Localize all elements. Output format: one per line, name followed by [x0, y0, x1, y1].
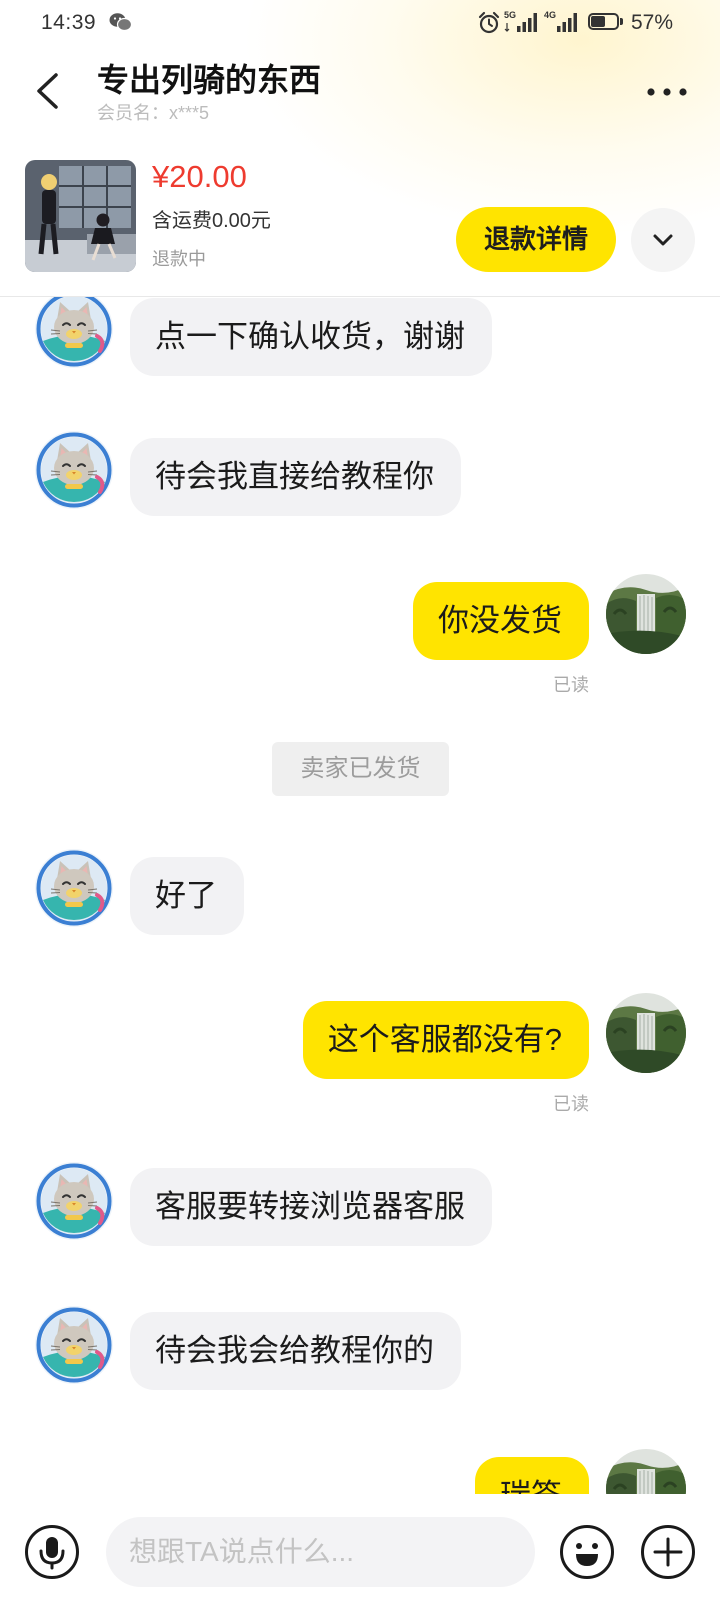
- message-bubble-me[interactable]: 瑞签: [475, 1457, 589, 1494]
- chevron-down-icon: [653, 234, 673, 246]
- expand-button[interactable]: [631, 208, 695, 272]
- battery-icon: [588, 13, 625, 32]
- message-input-field[interactable]: [106, 1517, 535, 1587]
- seller-avatar[interactable]: [34, 297, 114, 369]
- back-arrow-icon: [37, 73, 58, 109]
- seller-avatar[interactable]: [34, 848, 114, 928]
- seller-avatar[interactable]: [34, 1161, 114, 1241]
- message-list[interactable]: 点一下确认收货，谢谢 待会我直接给教程你 你没发货 已读 卖家已发货 好了 这个…: [0, 297, 720, 1494]
- message-bubble-me[interactable]: 这个客服都没有?: [302, 1001, 589, 1079]
- order-status: 退款中: [152, 249, 206, 269]
- add-button[interactable]: [640, 1524, 696, 1580]
- plus-icon: [641, 1525, 695, 1579]
- message-bubble-seller[interactable]: 待会我直接给教程你: [130, 438, 461, 516]
- microphone-icon: [25, 1525, 79, 1579]
- member-name: 会员名：x***5: [97, 103, 210, 123]
- seller-avatar[interactable]: [34, 1305, 114, 1385]
- my-avatar[interactable]: [606, 1449, 686, 1494]
- my-avatar[interactable]: [606, 993, 686, 1073]
- my-avatar[interactable]: [606, 574, 686, 654]
- read-receipt: 已读: [553, 675, 589, 695]
- product-price: ¥20.00: [152, 159, 247, 194]
- read-receipt: 已读: [553, 1094, 589, 1114]
- voice-button[interactable]: [24, 1524, 80, 1580]
- alarm-clock-icon: [478, 11, 500, 34]
- more-button[interactable]: [644, 84, 690, 100]
- battery-percent: 57%: [631, 11, 674, 34]
- product-image: [25, 160, 136, 272]
- emoji-button[interactable]: [559, 1524, 615, 1580]
- more-dots-icon: [647, 88, 687, 96]
- message-bubble-seller[interactable]: 客服要转接浏览器客服: [130, 1168, 492, 1246]
- emoji-icon: [560, 1525, 614, 1579]
- system-notice: 卖家已发货: [272, 742, 449, 796]
- signal-4g-icon: 4G: [544, 10, 580, 34]
- page-title: 专出列骑的东西: [97, 62, 322, 98]
- battery-tip: [620, 18, 623, 25]
- status-time: 14:39: [41, 11, 97, 34]
- refund-details-button[interactable]: 退款详情: [456, 207, 616, 272]
- message-bubble-seller[interactable]: 好了: [130, 857, 244, 935]
- shipping-fee: 含运费0.00元: [152, 210, 271, 232]
- message-bubble-me[interactable]: 你没发货: [413, 582, 589, 660]
- battery-level-fill: [591, 16, 605, 27]
- message-bubble-seller[interactable]: 待会我会给教程你的: [130, 1312, 461, 1390]
- wechat-notification-icon: [109, 12, 133, 33]
- message-input[interactable]: [106, 1517, 535, 1587]
- seller-avatar[interactable]: [34, 430, 114, 510]
- input-bar: [0, 1494, 720, 1612]
- message-bubble-seller[interactable]: 点一下确认收货，谢谢: [130, 298, 492, 376]
- signal-5g-icon: 5G: [504, 10, 540, 34]
- product-thumbnail[interactable]: [25, 160, 136, 272]
- chat-screen: 14:39 5G 4G 57% 专出列骑的东西 会员名：x***5 ¥20.00…: [0, 0, 720, 1612]
- back-button[interactable]: [34, 72, 62, 110]
